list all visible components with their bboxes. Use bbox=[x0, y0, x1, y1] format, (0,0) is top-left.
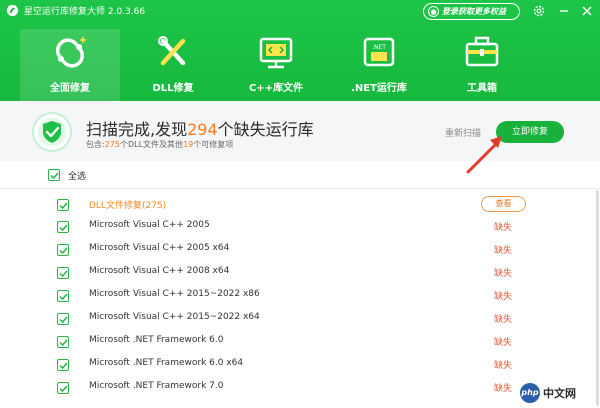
dll-count: 275 bbox=[104, 140, 120, 149]
nav-label: DLL修复 bbox=[152, 83, 194, 94]
row-checkbox[interactable] bbox=[57, 336, 69, 348]
row-label: Microsoft Visual C++ 2005 x64 bbox=[89, 243, 230, 253]
nav-item-full-repair[interactable]: 全面修复 bbox=[20, 29, 120, 101]
sub-prefix: 包含: bbox=[86, 140, 105, 149]
row-checkbox[interactable] bbox=[57, 290, 69, 302]
svg-text:.NET: .NET bbox=[372, 44, 386, 51]
list-row: Microsoft Visual C++ 2005 缺失 bbox=[0, 216, 600, 238]
check-icon bbox=[59, 270, 68, 278]
shield-check-icon bbox=[32, 112, 72, 152]
nav-label: C++库文件 bbox=[248, 83, 304, 94]
missing-status: 缺失 bbox=[493, 292, 512, 302]
row-checkbox[interactable] bbox=[57, 199, 69, 211]
list-row-dll: DLL文件修复(275) 查看 bbox=[0, 194, 600, 216]
check-icon bbox=[59, 224, 68, 232]
missing-status: 缺失 bbox=[493, 361, 512, 371]
missing-status: 缺失 bbox=[493, 223, 512, 233]
check-icon bbox=[59, 247, 68, 255]
login-button[interactable]: ● 登录获取更多权益 bbox=[423, 3, 520, 20]
check-icon bbox=[59, 202, 68, 210]
user-icon: ● bbox=[428, 6, 439, 17]
row-label: Microsoft .NET Framework 6.0 bbox=[89, 335, 224, 345]
other-count: 19 bbox=[183, 140, 194, 149]
check-icon bbox=[59, 362, 68, 370]
view-button[interactable]: 查看 bbox=[481, 196, 526, 212]
sub-suffix: 个可修复项 bbox=[193, 140, 234, 149]
row-label: Microsoft Visual C++ 2005 bbox=[89, 220, 210, 230]
list-row: Microsoft Visual C++ 2008 x64 缺失 bbox=[0, 262, 600, 284]
scan-result-title: 扫描完成,发现294个缺失运行库 bbox=[86, 116, 314, 140]
settings-icon[interactable] bbox=[532, 4, 546, 18]
select-all-label: 全选 bbox=[68, 172, 87, 182]
row-label: Microsoft Visual C++ 2015~2022 x86 bbox=[89, 289, 260, 299]
row-label: Microsoft Visual C++ 2015~2022 x64 bbox=[89, 312, 260, 322]
row-label: Microsoft .NET Framework 6.0 x64 bbox=[89, 358, 244, 368]
row-checkbox[interactable] bbox=[57, 313, 69, 325]
close-icon[interactable] bbox=[580, 4, 594, 18]
list-row: Microsoft Visual C++ 2015~2022 x86 缺失 bbox=[0, 285, 600, 307]
net-folder-icon: .NET bbox=[363, 37, 395, 67]
list-row: Microsoft Visual C++ 2015~2022 x64 缺失 bbox=[0, 308, 600, 330]
list-row: Microsoft .NET Framework 6.0 x64 缺失 bbox=[0, 354, 600, 376]
wrench-icon bbox=[158, 36, 186, 66]
scan-result-subtitle: 包含:275个DLL文件及其他19个可修复项 bbox=[86, 139, 233, 150]
app-header: 星空运行库修复大师 2.0.3.66 ● 登录获取更多权益 全面修复 DLL修复… bbox=[0, 0, 600, 101]
title-suffix: 个缺失运行库 bbox=[217, 120, 314, 139]
select-all-checkbox[interactable] bbox=[48, 169, 60, 181]
watermark: php 中文网 bbox=[520, 382, 576, 404]
list-row: Microsoft Visual C++ 2005 x64 缺失 bbox=[0, 239, 600, 261]
toolbox-icon bbox=[465, 36, 499, 67]
row-checkbox[interactable] bbox=[57, 244, 69, 256]
check-icon bbox=[59, 316, 68, 324]
login-label: 登录获取更多权益 bbox=[442, 7, 506, 16]
nav-label: 工具箱 bbox=[467, 83, 497, 94]
missing-status: 缺失 bbox=[493, 338, 512, 348]
row-checkbox[interactable] bbox=[57, 382, 69, 394]
check-icon bbox=[50, 172, 59, 180]
row-label: DLL文件修复(275) bbox=[89, 201, 167, 211]
nav-label: 全面修复 bbox=[50, 83, 90, 94]
code-monitor-icon bbox=[259, 37, 293, 69]
watermark-text: 中文网 bbox=[543, 387, 576, 400]
title-prefix: 扫描完成,发现 bbox=[86, 120, 188, 139]
missing-status: 缺失 bbox=[493, 315, 512, 325]
list-header: 全选 bbox=[0, 161, 600, 189]
row-checkbox[interactable] bbox=[57, 359, 69, 371]
refresh-circle-icon bbox=[55, 37, 86, 68]
check-icon bbox=[59, 293, 68, 301]
nav-label: .NET运行库 bbox=[351, 83, 407, 94]
nav-item-net-runtime[interactable]: .NET .NET运行库 bbox=[329, 29, 429, 101]
main-nav: 全面修复 DLL修复 C++库文件 .NET .NET运行库 工具箱 bbox=[0, 29, 600, 101]
minimize-icon[interactable] bbox=[557, 4, 571, 18]
app-logo-icon bbox=[6, 4, 19, 17]
missing-status: 缺失 bbox=[493, 269, 512, 279]
row-label: Microsoft Visual C++ 2008 x64 bbox=[89, 266, 230, 276]
php-logo-icon: php bbox=[520, 383, 540, 403]
check-icon bbox=[59, 385, 68, 393]
nav-item-cpp-files[interactable]: C++库文件 bbox=[226, 29, 326, 101]
sub-middle: 个DLL文件及其他 bbox=[119, 140, 184, 149]
list-row: Microsoft .NET Framework 7.0 缺失 bbox=[0, 377, 600, 399]
title-bar: 星空运行库修复大师 2.0.3.66 ● 登录获取更多权益 bbox=[0, 0, 600, 22]
row-label: Microsoft .NET Framework 7.0 bbox=[89, 381, 224, 391]
check-icon bbox=[59, 339, 68, 347]
app-title: 星空运行库修复大师 2.0.3.66 bbox=[24, 7, 146, 17]
list-scrollbar[interactable] bbox=[596, 190, 599, 406]
missing-status: 缺失 bbox=[493, 246, 512, 256]
nav-item-toolbox[interactable]: 工具箱 bbox=[432, 29, 532, 101]
row-checkbox[interactable] bbox=[57, 267, 69, 279]
missing-count: 294 bbox=[187, 120, 218, 139]
list-row: Microsoft .NET Framework 6.0 缺失 bbox=[0, 331, 600, 353]
row-checkbox[interactable] bbox=[57, 221, 69, 233]
nav-item-dll-repair[interactable]: DLL修复 bbox=[123, 29, 223, 101]
